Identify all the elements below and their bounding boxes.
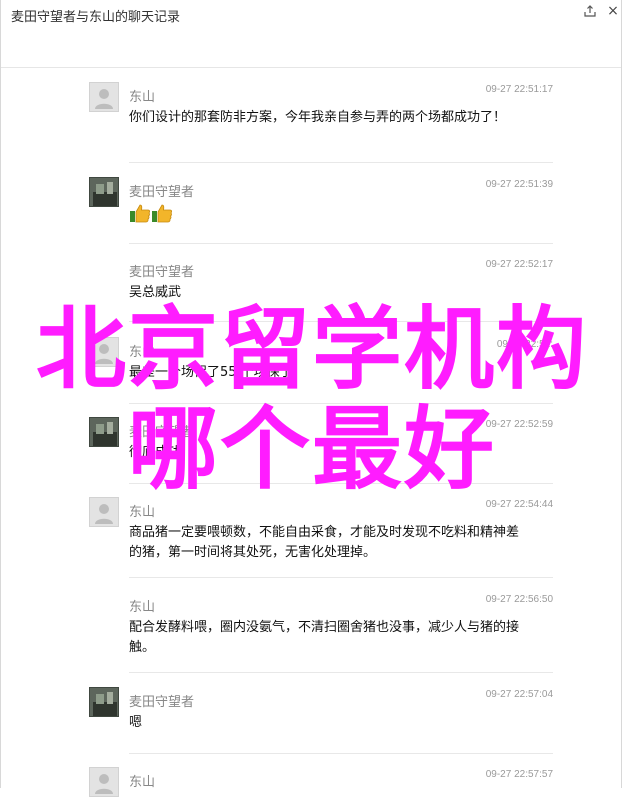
window-title: 麦田守望者与东山的聊天记录 bbox=[11, 10, 181, 25]
export-icon[interactable] bbox=[583, 4, 597, 18]
close-icon[interactable]: × bbox=[607, 4, 619, 18]
sender-name: 麦田守望者 bbox=[129, 425, 195, 440]
avatar bbox=[89, 497, 119, 527]
sender-name: 麦田守望者 bbox=[129, 695, 195, 710]
thumbs-up-icon bbox=[130, 204, 151, 223]
message-time: 09-27 22:57:57 bbox=[485, 769, 553, 780]
message-text: 最差一个场保了55 个场保了 bbox=[129, 365, 293, 380]
message-time: 09-27 22:51:17 bbox=[485, 84, 553, 95]
message-item: 麦田守望者 09-27 22:52:17 吴总威武 bbox=[89, 243, 553, 323]
message-item: 麦田守望者 09-27 22:52:59 彻底成功 bbox=[89, 403, 553, 484]
avatar bbox=[89, 767, 119, 797]
message-time: 09-27 22:52:17 bbox=[485, 259, 553, 270]
avatar bbox=[89, 687, 119, 717]
message-time: 09-27 22:54:44 bbox=[485, 499, 553, 510]
message-item: 东山 09-27 22:54:44 商品猪一定要喂顿数，不能自由采食，才能及时发… bbox=[89, 483, 553, 578]
message-time: 09-27 22:52: bbox=[496, 339, 553, 350]
message-item: 东山 09-27 22:52: 最差一个场保了55 个场保了 bbox=[89, 323, 553, 404]
message-item: 东山 09-27 22:56:50 配合发酵料喂，圈内没氨气，不清扫圈舍猪也没事… bbox=[89, 578, 553, 673]
message-text: 商品猪一定要喂顿数，不能自由采食，才能及时发现不吃料和精神差的猪，第一时间将其处… bbox=[129, 525, 520, 560]
message-list: 东山 09-27 22:51:17 你们设计的那套防非方案，今年我亲自参与弄的两… bbox=[1, 68, 621, 797]
divider bbox=[129, 321, 553, 322]
title-bar: 麦田守望者与东山的聊天记录 × bbox=[1, 0, 621, 68]
sender-name: 东山 bbox=[129, 90, 156, 105]
message-text: 配合发酵料喂，圈内没氨气，不清扫圈舍猪也没事，减少人与猪的接触。 bbox=[129, 620, 520, 655]
message-text: 吴总威武 bbox=[129, 285, 182, 300]
message-item: 麦田守望者 09-27 22:51:39 bbox=[89, 163, 553, 244]
message-text: 彻底成功 bbox=[129, 445, 182, 460]
message-time: 09-27 22:52:59 bbox=[485, 419, 553, 430]
sender-name: 东山 bbox=[129, 775, 156, 790]
message-item: 麦田守望者 09-27 22:57:04 嗯 bbox=[89, 673, 553, 754]
thumbs-up-icon bbox=[152, 204, 173, 223]
message-text: 你们设计的那套防非方案，今年我亲自参与弄的两个场都成功了！ bbox=[129, 110, 507, 125]
avatar bbox=[89, 417, 119, 447]
message-item: 东山 09-27 22:57:57 bbox=[89, 753, 553, 797]
avatar bbox=[89, 177, 119, 207]
avatar bbox=[89, 82, 119, 112]
message-time: 09-27 22:56:50 bbox=[485, 594, 553, 605]
avatar bbox=[89, 337, 119, 367]
sender-name: 东山 bbox=[129, 345, 156, 360]
chat-window: 麦田守望者与东山的聊天记录 × 东山 09-27 22:51:17 你们设计的那… bbox=[0, 0, 622, 797]
message-text bbox=[129, 203, 529, 223]
message-item: 东山 09-27 22:51:17 你们设计的那套防非方案，今年我亲自参与弄的两… bbox=[89, 68, 553, 163]
message-text: 嗯 bbox=[129, 715, 143, 730]
sender-name: 麦田守望者 bbox=[129, 265, 195, 280]
message-time: 09-27 22:51:39 bbox=[485, 179, 553, 190]
sender-name: 麦田守望者 bbox=[129, 185, 195, 200]
sender-name: 东山 bbox=[129, 600, 156, 615]
sender-name: 东山 bbox=[129, 505, 156, 520]
message-time: 09-27 22:57:04 bbox=[485, 689, 553, 700]
